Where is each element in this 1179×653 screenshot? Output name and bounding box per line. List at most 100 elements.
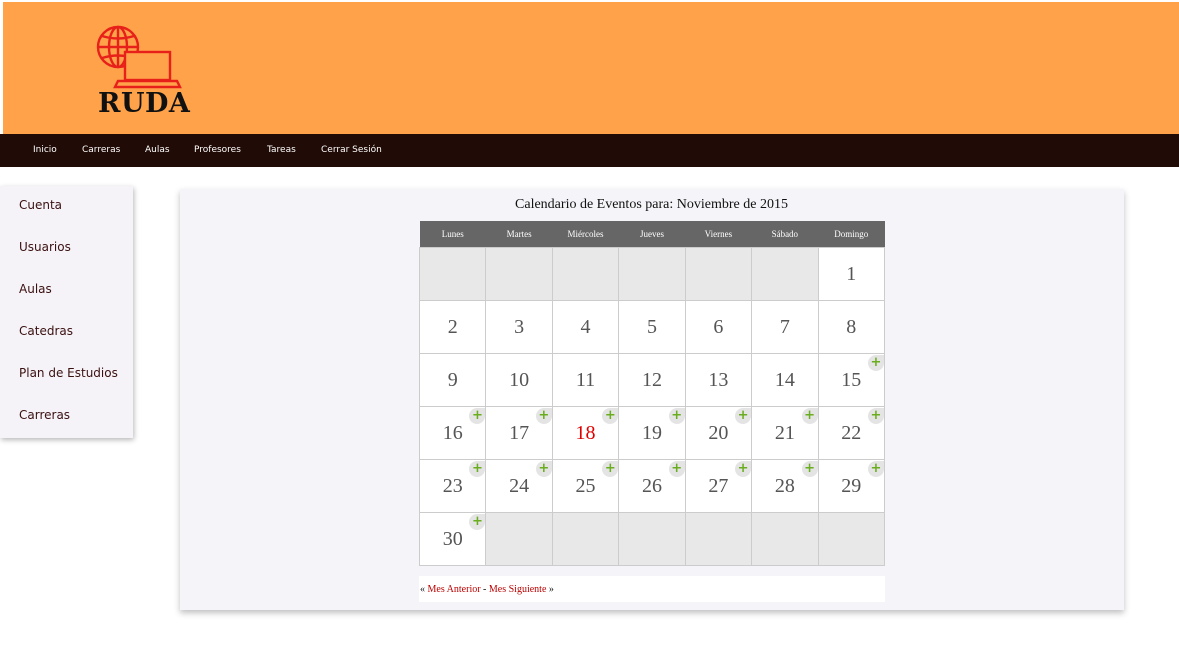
weekday-header: Sábado [751, 221, 819, 247]
add-event-icon[interactable]: + [868, 354, 884, 371]
sidebar-item-catedras[interactable]: Catedras [19, 324, 73, 338]
sidebar-item-usuarios[interactable]: Usuarios [19, 240, 71, 254]
day-number: 30 [442, 528, 463, 550]
calendar-empty-cell [485, 511, 553, 566]
calendar-day-cell[interactable]: 29 + [817, 458, 886, 513]
weekday-header-row: Lunes Martes Miércoles Jueves Viernes Sábado D… [419, 221, 885, 247]
globe-laptop-icon [96, 25, 182, 89]
calendar-empty-cell [485, 246, 553, 301]
day-number: 10 [509, 369, 530, 391]
add-event-icon[interactable]: + [801, 407, 818, 424]
calendar-day-cell[interactable]: 4 [551, 299, 620, 354]
calendar-day-cell[interactable]: 16 + [418, 405, 487, 460]
day-number: 24 [509, 475, 530, 497]
calendar-day-cell[interactable]: 5 [618, 299, 686, 354]
add-event-icon[interactable]: + [868, 460, 884, 477]
sidebar-item-aulas[interactable]: Aulas [19, 282, 52, 296]
add-event-icon[interactable]: + [535, 407, 552, 424]
calendar-week-row: 16 + 17 +18 + 19 +20 + 21 +22 + [418, 405, 886, 460]
calendar-day-cell[interactable]: 25 + [551, 458, 620, 513]
day-number: 29 [841, 475, 862, 497]
add-event-icon[interactable]: + [735, 407, 752, 424]
calendar-day-cell[interactable]: 19 + [618, 405, 686, 460]
day-number: 21 [774, 422, 795, 444]
calendar-day-cell[interactable]: 26 + [618, 458, 686, 513]
day-number: 2 [447, 316, 458, 338]
calendar-grid: Lunes Martes Miércoles Jueves Viernes Sábado D… [418, 221, 886, 566]
calendar-day-cell[interactable]: 11 [551, 352, 620, 407]
day-number: 22 [841, 422, 862, 444]
weekday-header: Lunes [419, 221, 486, 247]
day-number: 15 [841, 369, 862, 391]
calendar-day-cell[interactable]: 13 [684, 352, 753, 407]
calendar-day-cell[interactable]: 20 + [684, 405, 753, 460]
weekday-header: Miércoles [552, 221, 619, 247]
calendar-day-cell[interactable]: 10 [485, 352, 553, 407]
calendar-title: Calendario de Eventos para: Noviembre de… [515, 197, 788, 212]
main-navbar: Inicio Carreras Aulas Profesores Tareas … [0, 134, 1179, 167]
day-number: 17 [509, 422, 530, 444]
add-event-icon[interactable]: + [735, 460, 752, 477]
day-number: 13 [708, 369, 729, 391]
day-number: 1 [846, 263, 857, 285]
nav-profesores[interactable]: Profesores [194, 134, 241, 167]
calendar-day-cell[interactable]: 30 + [418, 511, 487, 566]
calendar-week-row: 1 [418, 246, 886, 301]
calendar-week-row: 23 +24 +25 +26 +27 +28 + 29 + [418, 458, 886, 513]
calendar-day-cell[interactable]: 9 [418, 352, 487, 407]
add-event-icon[interactable]: + [602, 460, 619, 477]
nav-tareas[interactable]: Tareas [267, 134, 296, 167]
calendar-empty-cell [817, 511, 886, 566]
calendar-day-cell[interactable]: 18 + [551, 405, 620, 460]
sidebar-item-plan-de-estudios[interactable]: Plan de Estudios [19, 366, 118, 380]
calendar-day-cell[interactable]: 28 + [751, 458, 819, 513]
calendar-empty-cell [751, 246, 819, 301]
calendar-day-cell[interactable]: 2 [418, 299, 487, 354]
calendar-day-cell[interactable]: 23 + [418, 458, 487, 513]
next-month-link[interactable]: Mes Siguiente [489, 584, 547, 595]
header-banner: RUDA [3, 2, 1179, 134]
sidebar-item-cuenta[interactable]: Cuenta [19, 198, 62, 212]
pager-separator: - [480, 584, 489, 595]
calendar-day-cell[interactable]: 17 + [485, 405, 553, 460]
calendar-day-cell[interactable]: 8 [817, 299, 886, 354]
pager-open-quote: « [420, 584, 425, 595]
add-event-icon[interactable]: + [868, 407, 884, 424]
calendar-empty-cell [418, 246, 487, 301]
day-number: 9 [447, 369, 458, 391]
calendar-day-cell[interactable]: 24 + [485, 458, 553, 513]
add-event-icon[interactable]: + [602, 407, 619, 424]
add-event-icon[interactable]: + [668, 460, 685, 477]
calendar-day-cell[interactable]: 12 [618, 352, 686, 407]
nav-aulas[interactable]: Aulas [145, 134, 170, 167]
nav-inicio[interactable]: Inicio [33, 134, 57, 167]
nav-carreras[interactable]: Carreras [82, 134, 120, 167]
calendar-body: 1 2 3 4 5 6 7 8 9 10 11 12 13 14 15 +16 +17 +18 +19 +20 +21 +… [418, 246, 886, 566]
calendar-day-cell[interactable]: 21 + [751, 405, 819, 460]
prev-month-link[interactable]: Mes Anterior [428, 584, 481, 595]
sidebar-item-carreras[interactable]: Carreras [19, 408, 70, 422]
add-event-icon[interactable]: + [469, 460, 486, 477]
sidebar-menu: Cuenta Usuarios Aulas Catedras Plan de E… [0, 186, 133, 438]
add-event-icon[interactable]: + [668, 407, 685, 424]
calendar-day-cell[interactable]: 22 + [817, 405, 886, 460]
weekday-header: Domingo [818, 221, 885, 247]
ruda-logo[interactable]: RUDA [94, 22, 190, 122]
calendar-day-cell[interactable]: 6 [684, 299, 753, 354]
calendar-empty-cell [684, 246, 753, 301]
calendar-day-cell[interactable]: 27 + [684, 458, 753, 513]
add-event-icon[interactable]: + [469, 513, 486, 530]
day-number: 5 [646, 316, 657, 338]
calendar-day-cell[interactable]: 7 [751, 299, 819, 354]
nav-cerrar-sesion[interactable]: Cerrar Sesión [321, 134, 382, 167]
add-event-icon[interactable]: + [469, 407, 486, 424]
calendar-day-cell[interactable]: 1 [817, 246, 886, 301]
weekday-header: Jueves [618, 221, 686, 247]
add-event-icon[interactable]: + [801, 460, 818, 477]
calendar-day-cell[interactable]: 3 [485, 299, 553, 354]
calendar-day-cell[interactable]: 15 + [817, 352, 886, 407]
day-number: 23 [442, 475, 463, 497]
add-event-icon[interactable]: + [535, 460, 552, 477]
day-number: 19 [641, 422, 662, 444]
calendar-day-cell[interactable]: 14 [751, 352, 819, 407]
